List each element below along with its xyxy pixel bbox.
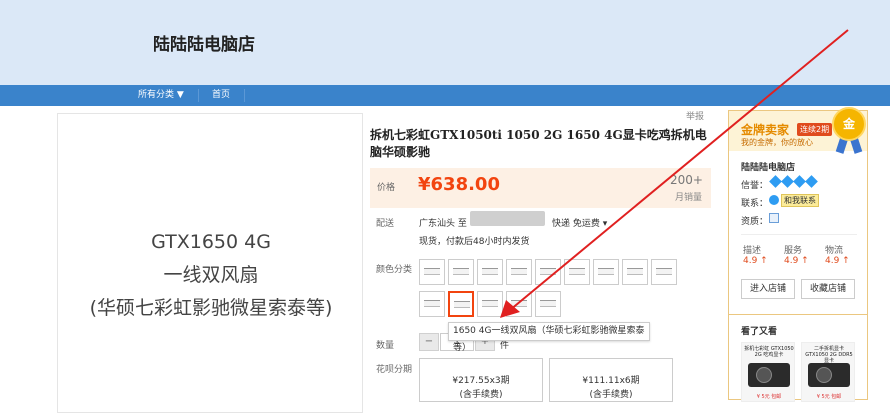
sold-count: 200+: [670, 173, 703, 187]
rating-label: 物流: [825, 246, 844, 256]
seller-shop-name[interactable]: 陆陆陆电脑店: [741, 160, 795, 173]
contact-label: 联系：: [741, 199, 769, 209]
color-swatch[interactable]: [477, 259, 503, 285]
also-viewed-title: 看了又看: [741, 327, 778, 337]
chat-icon: [769, 195, 779, 205]
price-label: 价格: [377, 183, 396, 193]
seller-panel: 金牌卖家 连续2期 我的金牌，你的放心 金 陆陆陆电脑店 信誉： 联系： 和我联…: [728, 107, 868, 402]
divider: [729, 314, 867, 315]
color-swatch[interactable]: [419, 291, 445, 317]
color-swatch[interactable]: [535, 291, 561, 317]
qualification-label: 资质：: [741, 217, 769, 227]
recommended-product[interactable]: 二手拆机显卡 GTX1050 2G DDR5显卡 ¥ 5元 包邮: [801, 342, 855, 402]
credit-label: 信誉：: [741, 181, 769, 191]
installments-label: 花呗分期: [376, 365, 413, 375]
recommended-caption: 拆机七彩虹 GTX1050 2G 吃鸡显卡: [744, 346, 794, 358]
shipping-option[interactable]: 快递 免运费 ▾: [552, 216, 607, 229]
color-tooltip: 1650 4G一线双风扇（华硕七彩虹影驰微星索泰等）: [448, 322, 650, 353]
recommended-note: ¥ 5元 包邮: [816, 394, 842, 400]
color-swatch[interactable]: [622, 259, 648, 285]
shop-header: 陆陆陆电脑店: [0, 0, 890, 85]
ship-to-redacted[interactable]: [470, 211, 545, 226]
rating-value: 4.9 ↑: [784, 256, 809, 266]
shop-title[interactable]: 陆陆陆电脑店: [153, 30, 255, 55]
qty-minus-button[interactable]: −: [419, 333, 439, 351]
gold-seller-badge: 连续2期: [797, 123, 833, 136]
installment-price: ¥217.55x3期: [452, 376, 510, 386]
gold-seller-title: 金牌卖家: [741, 123, 790, 137]
color-swatch-selected[interactable]: [448, 291, 474, 317]
recommended-product[interactable]: 拆机七彩虹 GTX1050 2G 吃鸡显卡 ¥ 5元 包邮: [741, 342, 795, 402]
divider: [741, 234, 857, 235]
product-image[interactable]: GTX1650 4G 一线双风扇 (华硕七彩虹影驰微星索泰等): [57, 113, 363, 413]
color-swatch[interactable]: [564, 259, 590, 285]
sold-label: 月销量: [674, 193, 702, 203]
color-swatch[interactable]: [448, 259, 474, 285]
product-image-text: GTX1650 4G 一线双风扇 (华硕七彩虹影驰微星索泰等): [58, 226, 364, 325]
product-title: 拆机七彩虹GTX1050ti 1050 2G 1650 4G显卡吃鸡拆机电脑华硕…: [370, 128, 707, 159]
color-label: 颜色分类: [376, 265, 413, 275]
rating-label: 服务: [784, 246, 803, 256]
shipping-note: 现货，付款后48小时内发货: [419, 237, 530, 247]
nav-home[interactable]: 首页: [212, 85, 230, 106]
gold-seller-subtitle: 我的金牌，你的放心: [741, 138, 813, 147]
color-swatch[interactable]: [506, 259, 532, 285]
image-line-2: 一线双风扇: [163, 264, 259, 286]
color-swatch[interactable]: [535, 259, 561, 285]
ship-from: 广东汕头 至: [419, 219, 467, 229]
credit-diamond-icon: [793, 175, 806, 188]
rating-value: 4.9 ↑: [743, 256, 768, 266]
gold-medal-icon: 金: [832, 107, 866, 141]
price-box: 价格 ¥638.00 200+ 月销量: [370, 168, 711, 208]
shipping-label: 配送: [376, 219, 395, 229]
license-icon[interactable]: [769, 213, 779, 223]
nav-bar: 所有分类 ▼ 首页: [0, 85, 890, 106]
price-value: ¥638.00: [418, 174, 500, 195]
color-swatch[interactable]: [593, 259, 619, 285]
installment-price: ¥111.11x6期: [582, 376, 640, 386]
rating-value: 4.9 ↑: [825, 256, 850, 266]
color-swatch[interactable]: [419, 259, 445, 285]
color-swatch[interactable]: [477, 291, 503, 317]
quantity-label: 数量: [376, 341, 395, 351]
credit-diamond-icon: [781, 175, 794, 188]
installment-option-6[interactable]: ¥111.11x6期 (含手续费): [549, 358, 673, 402]
color-swatch[interactable]: [506, 291, 532, 317]
gpu-fan: [756, 367, 772, 383]
contact-seller-button[interactable]: 和我联系: [781, 194, 819, 207]
image-line-3: (华硕七彩虹影驰微星索泰等): [89, 297, 333, 319]
credit-diamond-icon: [805, 175, 818, 188]
nav-all-categories[interactable]: 所有分类 ▼: [138, 85, 184, 106]
enter-shop-button[interactable]: 进入店铺: [741, 279, 795, 299]
nav-divider: [198, 89, 199, 102]
nav-divider: [244, 89, 245, 102]
gpu-fan: [816, 367, 832, 383]
favorite-shop-button[interactable]: 收藏店铺: [801, 279, 855, 299]
recommended-note: ¥ 5元 包邮: [756, 394, 782, 400]
installment-option-3[interactable]: ¥217.55x3期 (含手续费): [419, 358, 543, 402]
credit-diamond-icon: [769, 175, 782, 188]
rating-label: 描述: [743, 246, 762, 256]
report-link[interactable]: 举报: [686, 109, 704, 122]
color-swatch[interactable]: [651, 259, 677, 285]
image-line-1: GTX1650 4G: [151, 231, 271, 253]
recommended-caption: 二手拆机显卡 GTX1050 2G DDR5显卡: [805, 346, 853, 364]
